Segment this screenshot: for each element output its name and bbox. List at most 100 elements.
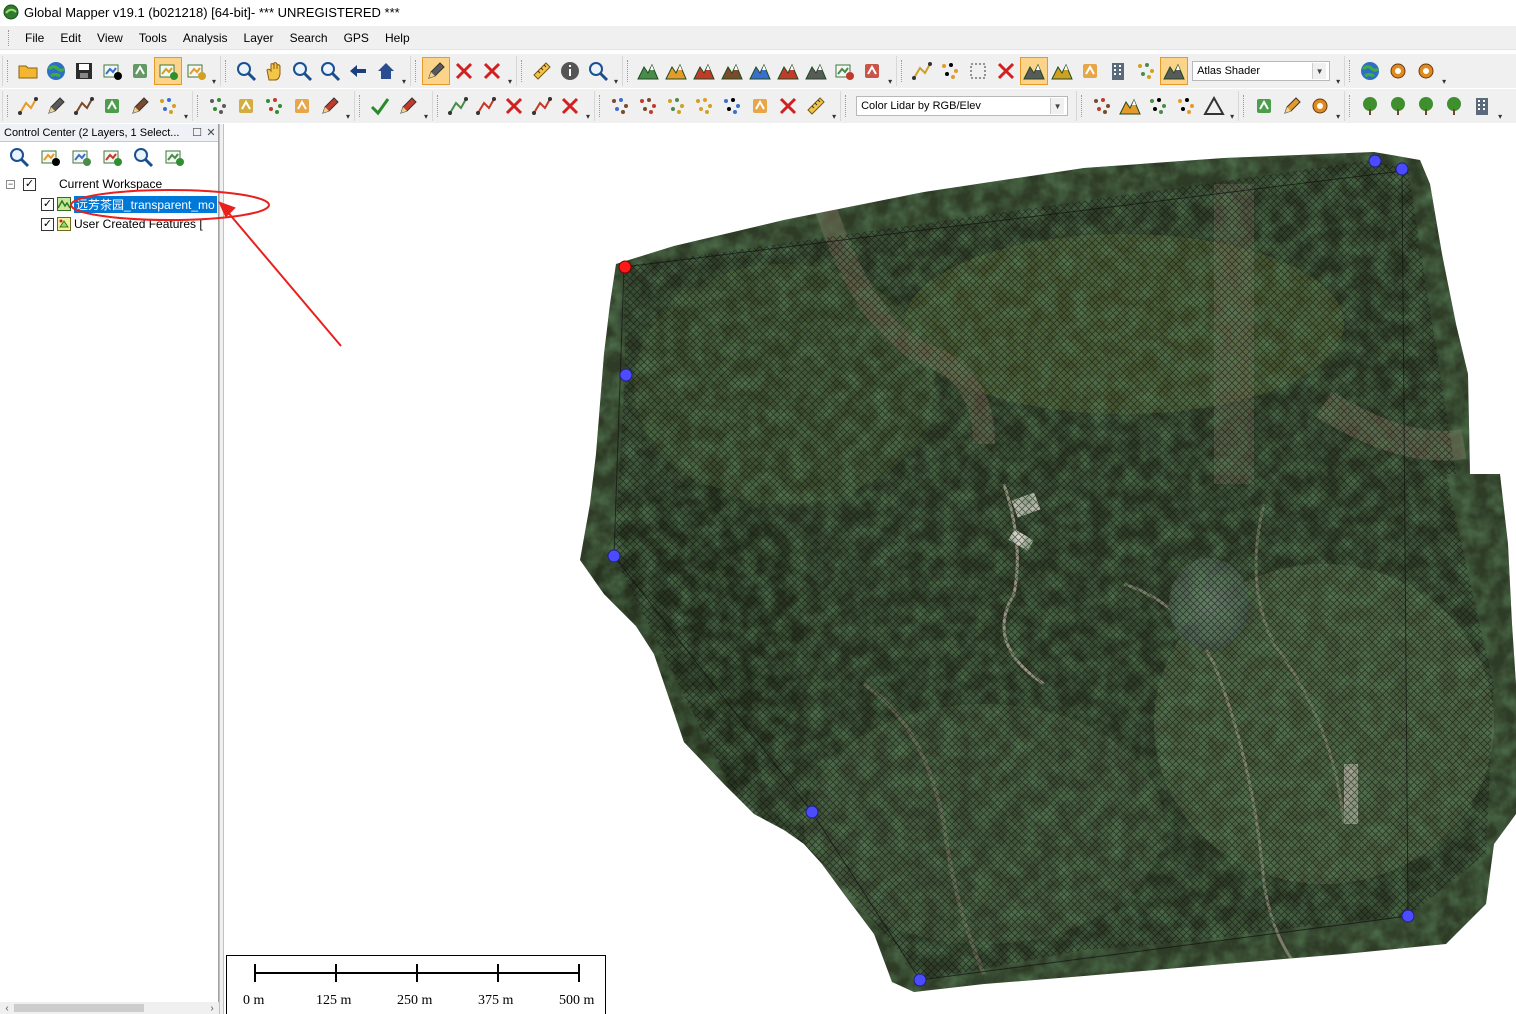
check-button[interactable]: [366, 92, 394, 120]
grid-button[interactable]: [260, 92, 288, 120]
search-features-button[interactable]: [584, 57, 612, 85]
tree-button[interactable]: [1440, 92, 1468, 120]
funnel-button[interactable]: [1250, 92, 1278, 120]
layer-zoom-button[interactable]: [4, 143, 34, 171]
path-profile-button[interactable]: [634, 57, 662, 85]
measure-ruler-button[interactable]: [528, 57, 556, 85]
contour-button[interactable]: [774, 57, 802, 85]
workspace-row[interactable]: − ✓ Current Workspace: [0, 174, 218, 194]
toolbar-overflow-icon[interactable]: ▾: [184, 112, 188, 121]
zoom-in-button[interactable]: [288, 57, 316, 85]
menu-search[interactable]: Search: [282, 26, 336, 50]
classify-button[interactable]: [718, 92, 746, 120]
toolbar-overflow-icon[interactable]: ▾: [1336, 112, 1340, 121]
workspace-checkbox[interactable]: ✓: [23, 177, 36, 191]
horizontal-scrollbar[interactable]: ‹ ›: [0, 1002, 219, 1014]
watershed-button[interactable]: [718, 57, 746, 85]
world-button[interactable]: [1356, 57, 1384, 85]
wrench-button[interactable]: [126, 57, 154, 85]
toolbar-overflow-icon[interactable]: ▾: [614, 77, 618, 86]
layer-label[interactable]: User Created Features [: [74, 217, 203, 231]
vertex-handle[interactable]: [607, 549, 621, 563]
settings-gear-button[interactable]: [1384, 57, 1412, 85]
layer-options-button[interactable]: [97, 143, 127, 171]
menu-tools[interactable]: Tools: [131, 26, 175, 50]
menu-file[interactable]: File: [17, 26, 52, 50]
menu-analysis[interactable]: Analysis: [175, 26, 236, 50]
copy-button[interactable]: [746, 92, 774, 120]
layer-row-orthomosaic[interactable]: ✓ 远芳茶园_transparent_mo: [0, 194, 218, 214]
vertex-handle[interactable]: [1395, 162, 1409, 176]
tree-dark-button[interactable]: [1356, 92, 1384, 120]
crop-button[interactable]: [964, 57, 992, 85]
maximize-panel-icon[interactable]: ☐: [190, 126, 204, 139]
open-folder-button[interactable]: [14, 57, 42, 85]
terrain-button[interactable]: [662, 57, 690, 85]
selected-vertex-handle[interactable]: [618, 260, 632, 274]
map-canvas[interactable]: [224, 124, 1516, 1014]
digitizer-pencil-button[interactable]: [422, 57, 451, 85]
pointer-button[interactable]: [936, 57, 964, 85]
grass-button[interactable]: [1384, 92, 1412, 120]
layer-label-selected[interactable]: 远芳茶园_transparent_mo: [74, 195, 217, 213]
elevation-legend-button[interactable]: [1076, 57, 1104, 85]
create-point-button[interactable]: [204, 92, 232, 120]
feature-info-button[interactable]: [556, 57, 584, 85]
lidar-classify-button[interactable]: [1144, 92, 1172, 120]
toolbar-overflow-icon[interactable]: ▾: [1442, 77, 1446, 86]
vertex-handle[interactable]: [1368, 154, 1382, 168]
segment-button[interactable]: [606, 92, 634, 120]
scroll-right-icon[interactable]: ›: [205, 1003, 219, 1014]
menu-help[interactable]: Help: [377, 26, 418, 50]
zoom-out-button[interactable]: [316, 57, 344, 85]
toolbar-overflow-icon[interactable]: ▾: [1230, 112, 1234, 121]
point-button[interactable]: [154, 92, 182, 120]
scroll-thumb[interactable]: [14, 1004, 144, 1012]
toolbar-overflow-icon[interactable]: ▾: [586, 112, 590, 121]
layer-checkbox[interactable]: ✓: [41, 197, 54, 211]
dropdown-arrow-icon[interactable]: ▼: [1312, 63, 1327, 79]
vertex-button[interactable]: [500, 92, 528, 120]
vertex-handle[interactable]: [805, 805, 819, 819]
edit-note-button[interactable]: [1278, 92, 1306, 120]
lidar-color-select[interactable]: Color Lidar by RGB/Elev ▼: [856, 96, 1069, 116]
delete-feature-button[interactable]: [478, 57, 506, 85]
add-layer-button[interactable]: [35, 143, 65, 171]
create-line-button[interactable]: [14, 92, 42, 120]
point-grid-button[interactable]: [1088, 92, 1116, 120]
reshape-line-button[interactable]: [70, 92, 98, 120]
config-button[interactable]: [1412, 57, 1440, 85]
layer-checkbox[interactable]: ✓: [41, 217, 54, 231]
create-area-button[interactable]: [98, 92, 126, 120]
building-tall-button[interactable]: [1468, 92, 1496, 120]
pan-hand-button[interactable]: [260, 57, 288, 85]
vertex-handle[interactable]: [913, 973, 927, 987]
split-view-button[interactable]: [908, 57, 936, 85]
shrub-button[interactable]: [1412, 92, 1440, 120]
vertex-handle[interactable]: [1401, 909, 1415, 923]
filter-points-button[interactable]: [690, 92, 718, 120]
pin-button[interactable]: [288, 92, 316, 120]
toolbar-overflow-icon[interactable]: ▾: [1336, 77, 1340, 86]
paint-line-button[interactable]: [126, 92, 154, 120]
toolbar-overflow-icon[interactable]: ▾: [424, 112, 428, 121]
layer-row-user-features[interactable]: ✓ User Created Features [: [0, 214, 218, 234]
menu-edit[interactable]: Edit: [52, 26, 89, 50]
point-cloud-button[interactable]: [662, 92, 690, 120]
show-layer-button[interactable]: [159, 143, 189, 171]
toolbar-overflow-icon[interactable]: ▾: [212, 77, 216, 86]
edit-line-button[interactable]: [42, 92, 70, 120]
lidar-button[interactable]: [1132, 57, 1160, 85]
area-edit-button[interactable]: [316, 92, 344, 120]
brush-button[interactable]: [394, 92, 422, 120]
workspace-button[interactable]: [182, 57, 210, 85]
square-vertex-button[interactable]: [774, 92, 802, 120]
building-button[interactable]: [1104, 57, 1132, 85]
zoom-box-button[interactable]: [232, 57, 260, 85]
overlay-control-button[interactable]: [154, 57, 182, 85]
move-button[interactable]: [444, 92, 472, 120]
view-shed-button[interactable]: [746, 57, 774, 85]
snap-button[interactable]: [634, 92, 662, 120]
cross-button[interactable]: [556, 92, 584, 120]
close-panel-icon[interactable]: ✕: [204, 126, 218, 139]
